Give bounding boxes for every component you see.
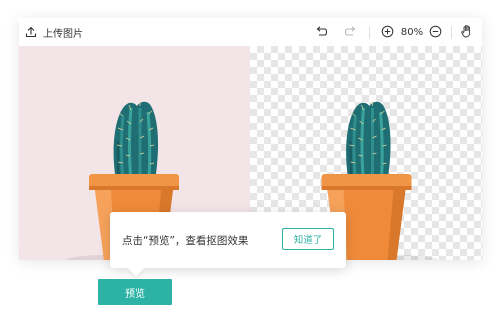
zoom-out-icon: [429, 23, 442, 42]
upload-image-button[interactable]: 上传图片: [25, 18, 105, 46]
redo-button[interactable]: [341, 18, 361, 46]
got-it-button[interactable]: 知道了: [282, 228, 334, 250]
guide-tooltip: 点击“预览”，查看抠图效果 知道了: [110, 212, 346, 277]
redo-icon: [344, 23, 358, 42]
upload-image-label: 上传图片: [43, 28, 83, 40]
zoom-out-button[interactable]: [425, 18, 445, 46]
toolbar: 上传图片 80%: [19, 18, 482, 46]
toolbar-divider: [451, 26, 452, 39]
zoom-in-button[interactable]: [377, 18, 397, 46]
upload-icon: [25, 23, 37, 42]
undo-button[interactable]: [311, 18, 331, 46]
tooltip-text: 点击“预览”，查看抠图效果: [122, 234, 249, 247]
hand-pan-icon: [460, 23, 474, 42]
pan-tool-button[interactable]: [457, 18, 477, 46]
zoom-in-icon: [381, 23, 394, 42]
preview-button[interactable]: 预览: [98, 279, 172, 305]
zoom-level: 80%: [400, 26, 424, 38]
toolbar-divider: [369, 26, 370, 39]
undo-icon: [314, 23, 328, 42]
